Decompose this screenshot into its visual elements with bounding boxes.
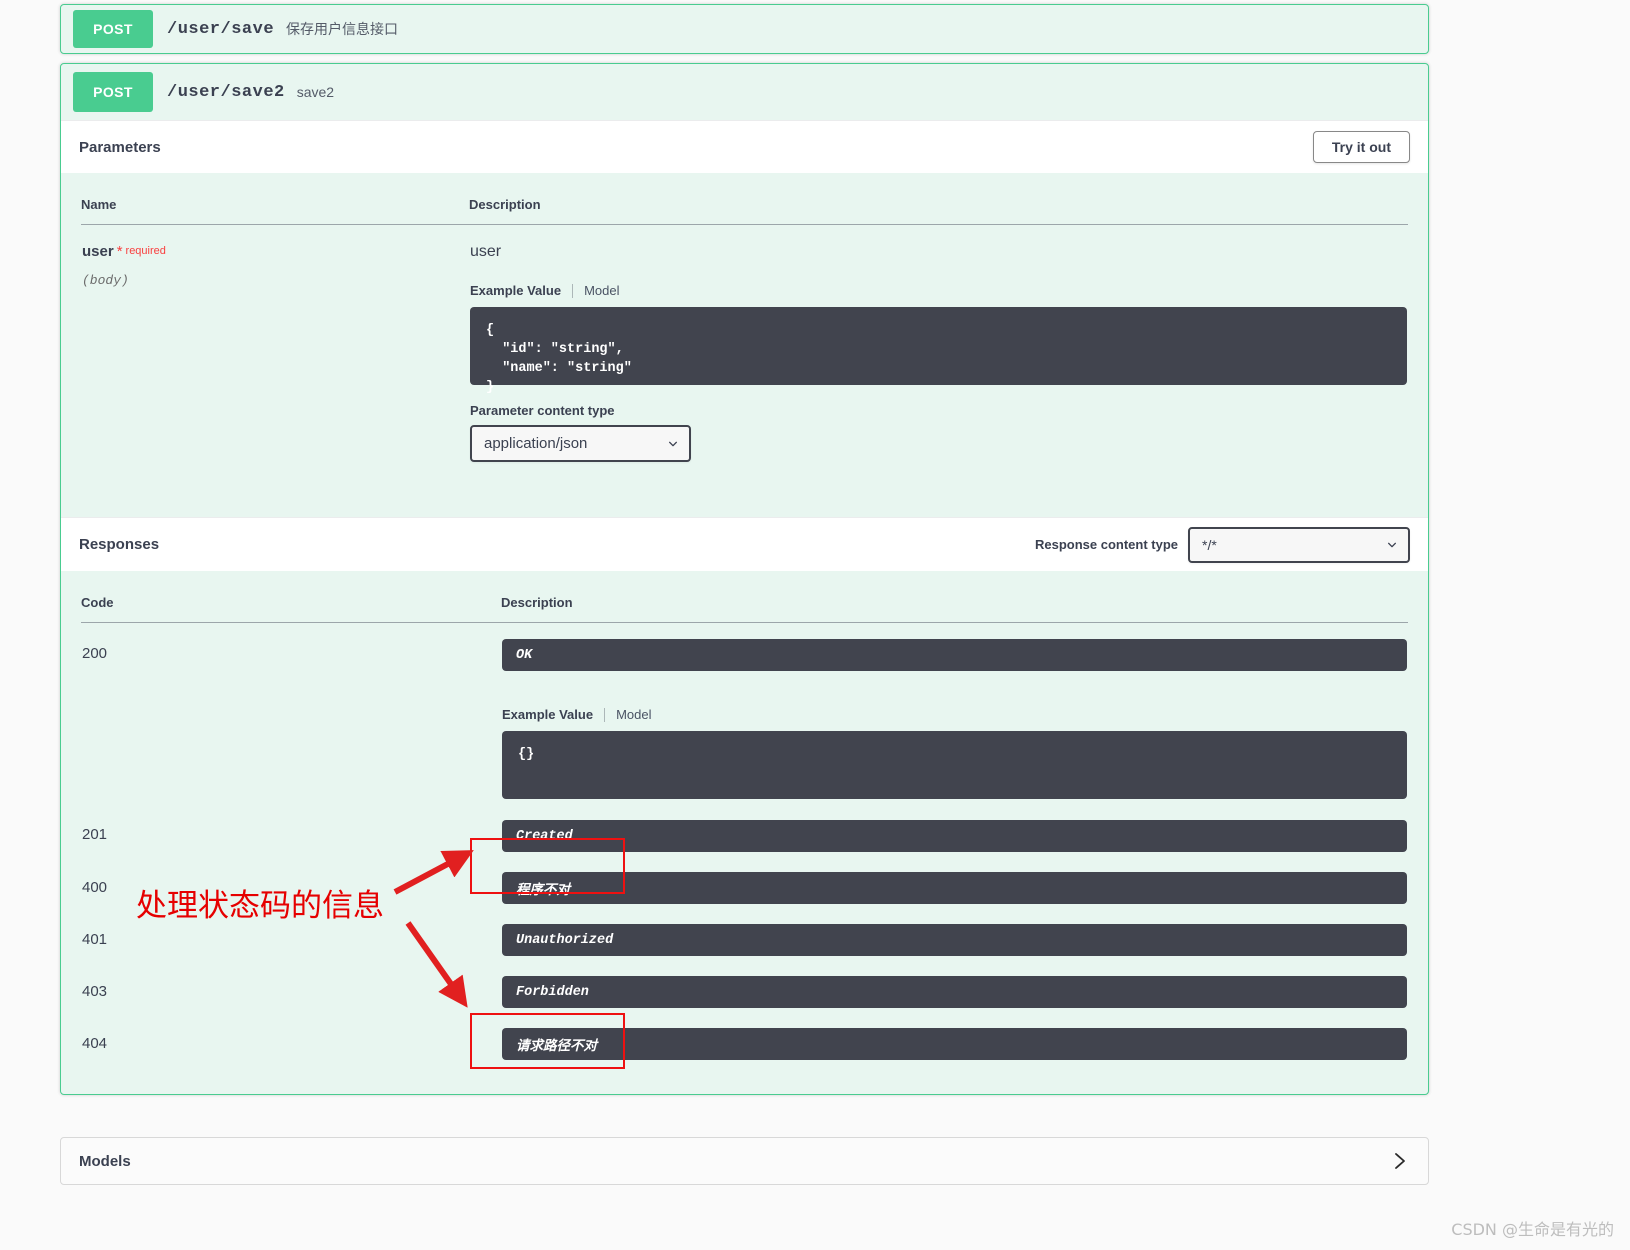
responses-table-head: Code Description bbox=[81, 587, 1408, 623]
responses-header: Responses Response content type */* bbox=[61, 517, 1428, 571]
response-code: 404 bbox=[82, 1035, 108, 1052]
responses-body: Code Description 200 OK Example Value Mo… bbox=[61, 571, 1428, 1075]
table-row: 200 OK Example Value Model {} bbox=[81, 623, 1408, 801]
models-section[interactable]: Models bbox=[60, 1137, 1429, 1185]
tab-example-value[interactable]: Example Value bbox=[502, 707, 593, 722]
response-description-cell: Created bbox=[501, 800, 1408, 853]
response-code: 200 bbox=[82, 645, 108, 662]
swagger-ui-page: POST /user/save 保存用户信息接口 POST /user/save… bbox=[0, 0, 1630, 1250]
parameter-description-cell: user Example Value Model { "id": "string… bbox=[469, 225, 1408, 464]
table-row: 201 Created bbox=[81, 800, 1408, 853]
table-row: user * required (body) user Example Value … bbox=[81, 225, 1408, 464]
response-description-cell: 程序不对 bbox=[501, 853, 1408, 905]
response-description: 请求路径不对 bbox=[502, 1028, 1407, 1060]
parameters-body: Name Description user*required (body) bbox=[61, 173, 1428, 473]
response-description-cell: 请求路径不对 bbox=[501, 1009, 1408, 1061]
annotation-highlight-404 bbox=[470, 1013, 625, 1069]
response-description: Forbidden bbox=[502, 976, 1407, 1008]
http-method-badge: POST bbox=[73, 10, 153, 48]
parameters-header: Parameters Try it out bbox=[61, 120, 1428, 173]
chevron-right-icon[interactable] bbox=[1390, 1150, 1410, 1172]
response-description: 程序不对 bbox=[502, 872, 1407, 904]
parameter-name: user bbox=[82, 243, 114, 260]
response-content-type-group: Response content type */* bbox=[1034, 526, 1410, 563]
responses-table: Code Description 200 OK Example Value Mo… bbox=[81, 587, 1408, 1061]
col-header-description: Description bbox=[501, 587, 1408, 623]
tab-example-value[interactable]: Example Value bbox=[470, 283, 561, 298]
response-content-type-label: Response content type bbox=[1034, 537, 1178, 552]
parameters-table-head: Name Description bbox=[81, 189, 1408, 225]
parameters-table: Name Description user*required (body) bbox=[81, 189, 1408, 463]
required-star-icon: * bbox=[116, 243, 123, 260]
required-label: required bbox=[125, 245, 166, 257]
example-model-tabs[interactable]: Example Value Model bbox=[470, 283, 1407, 298]
parameter-content-type-select[interactable]: application/json bbox=[470, 425, 691, 462]
tab-divider bbox=[604, 707, 606, 722]
response-description-cell: OK Example Value Model {} bbox=[501, 623, 1408, 801]
try-it-out-button[interactable]: Try it out bbox=[1312, 131, 1410, 163]
responses-title: Responses bbox=[79, 536, 160, 553]
response-example-code: {} bbox=[502, 731, 1407, 799]
tab-model[interactable]: Model bbox=[584, 283, 619, 298]
parameter-content-type-label: Parameter content type bbox=[470, 403, 615, 418]
response-description: Unauthorized bbox=[502, 924, 1407, 956]
chevron-down-icon bbox=[1388, 542, 1396, 547]
parameter-content-type-value: application/json bbox=[484, 435, 588, 452]
csdn-watermark: CSDN @生命是有光的 bbox=[1451, 1220, 1614, 1239]
annotation-highlight-400 bbox=[470, 838, 625, 894]
response-content-type-value: */* bbox=[1202, 536, 1217, 553]
http-method-badge: POST bbox=[73, 72, 153, 112]
response-code: 201 bbox=[82, 826, 108, 843]
parameter-name-cell: user * required (body) bbox=[81, 225, 469, 464]
operation-summary-text: 保存用户信息接口 bbox=[286, 21, 399, 37]
parameter-example-code: { "id": "string", "name": "string" } bbox=[470, 307, 1407, 395]
col-header-code: Code bbox=[81, 587, 501, 623]
response-description: OK bbox=[502, 639, 1407, 671]
operation-summary-text: save2 bbox=[296, 84, 335, 100]
operation-path: /user/save2 bbox=[167, 82, 285, 102]
operation-block-user-save2: POST /user/save2 save2 Parameters Try it… bbox=[60, 63, 1429, 1095]
operation-block-user-save[interactable]: POST /user/save 保存用户信息接口 bbox=[60, 4, 1429, 54]
response-content-type-select[interactable]: */* bbox=[1188, 526, 1410, 563]
response-description: Created bbox=[502, 820, 1407, 852]
annotation-note: 处理状态码的信息 bbox=[136, 888, 384, 924]
response-code: 403 bbox=[82, 983, 108, 1000]
models-title: Models bbox=[79, 1152, 131, 1170]
operation-path: /user/save bbox=[167, 19, 275, 39]
col-header-description: Description bbox=[469, 189, 1408, 225]
parameters-title: Parameters bbox=[79, 138, 161, 156]
parameter-location: (body) bbox=[82, 273, 129, 288]
operation-summary[interactable]: POST /user/save2 save2 bbox=[61, 64, 1428, 120]
parameter-description: user bbox=[470, 243, 502, 260]
tab-divider bbox=[572, 283, 574, 298]
response-description-cell: Forbidden bbox=[501, 957, 1408, 1009]
example-model-tabs[interactable]: Example Value Model bbox=[502, 707, 1407, 722]
response-description-cell: Unauthorized bbox=[501, 905, 1408, 957]
operation-summary[interactable]: POST /user/save 保存用户信息接口 bbox=[61, 5, 1428, 53]
tab-model[interactable]: Model bbox=[616, 707, 651, 722]
chevron-down-icon bbox=[669, 441, 677, 446]
col-header-name: Name bbox=[81, 189, 469, 225]
table-row: 403 Forbidden bbox=[81, 957, 1408, 1009]
table-row: 404 请求路径不对 bbox=[81, 1009, 1408, 1061]
